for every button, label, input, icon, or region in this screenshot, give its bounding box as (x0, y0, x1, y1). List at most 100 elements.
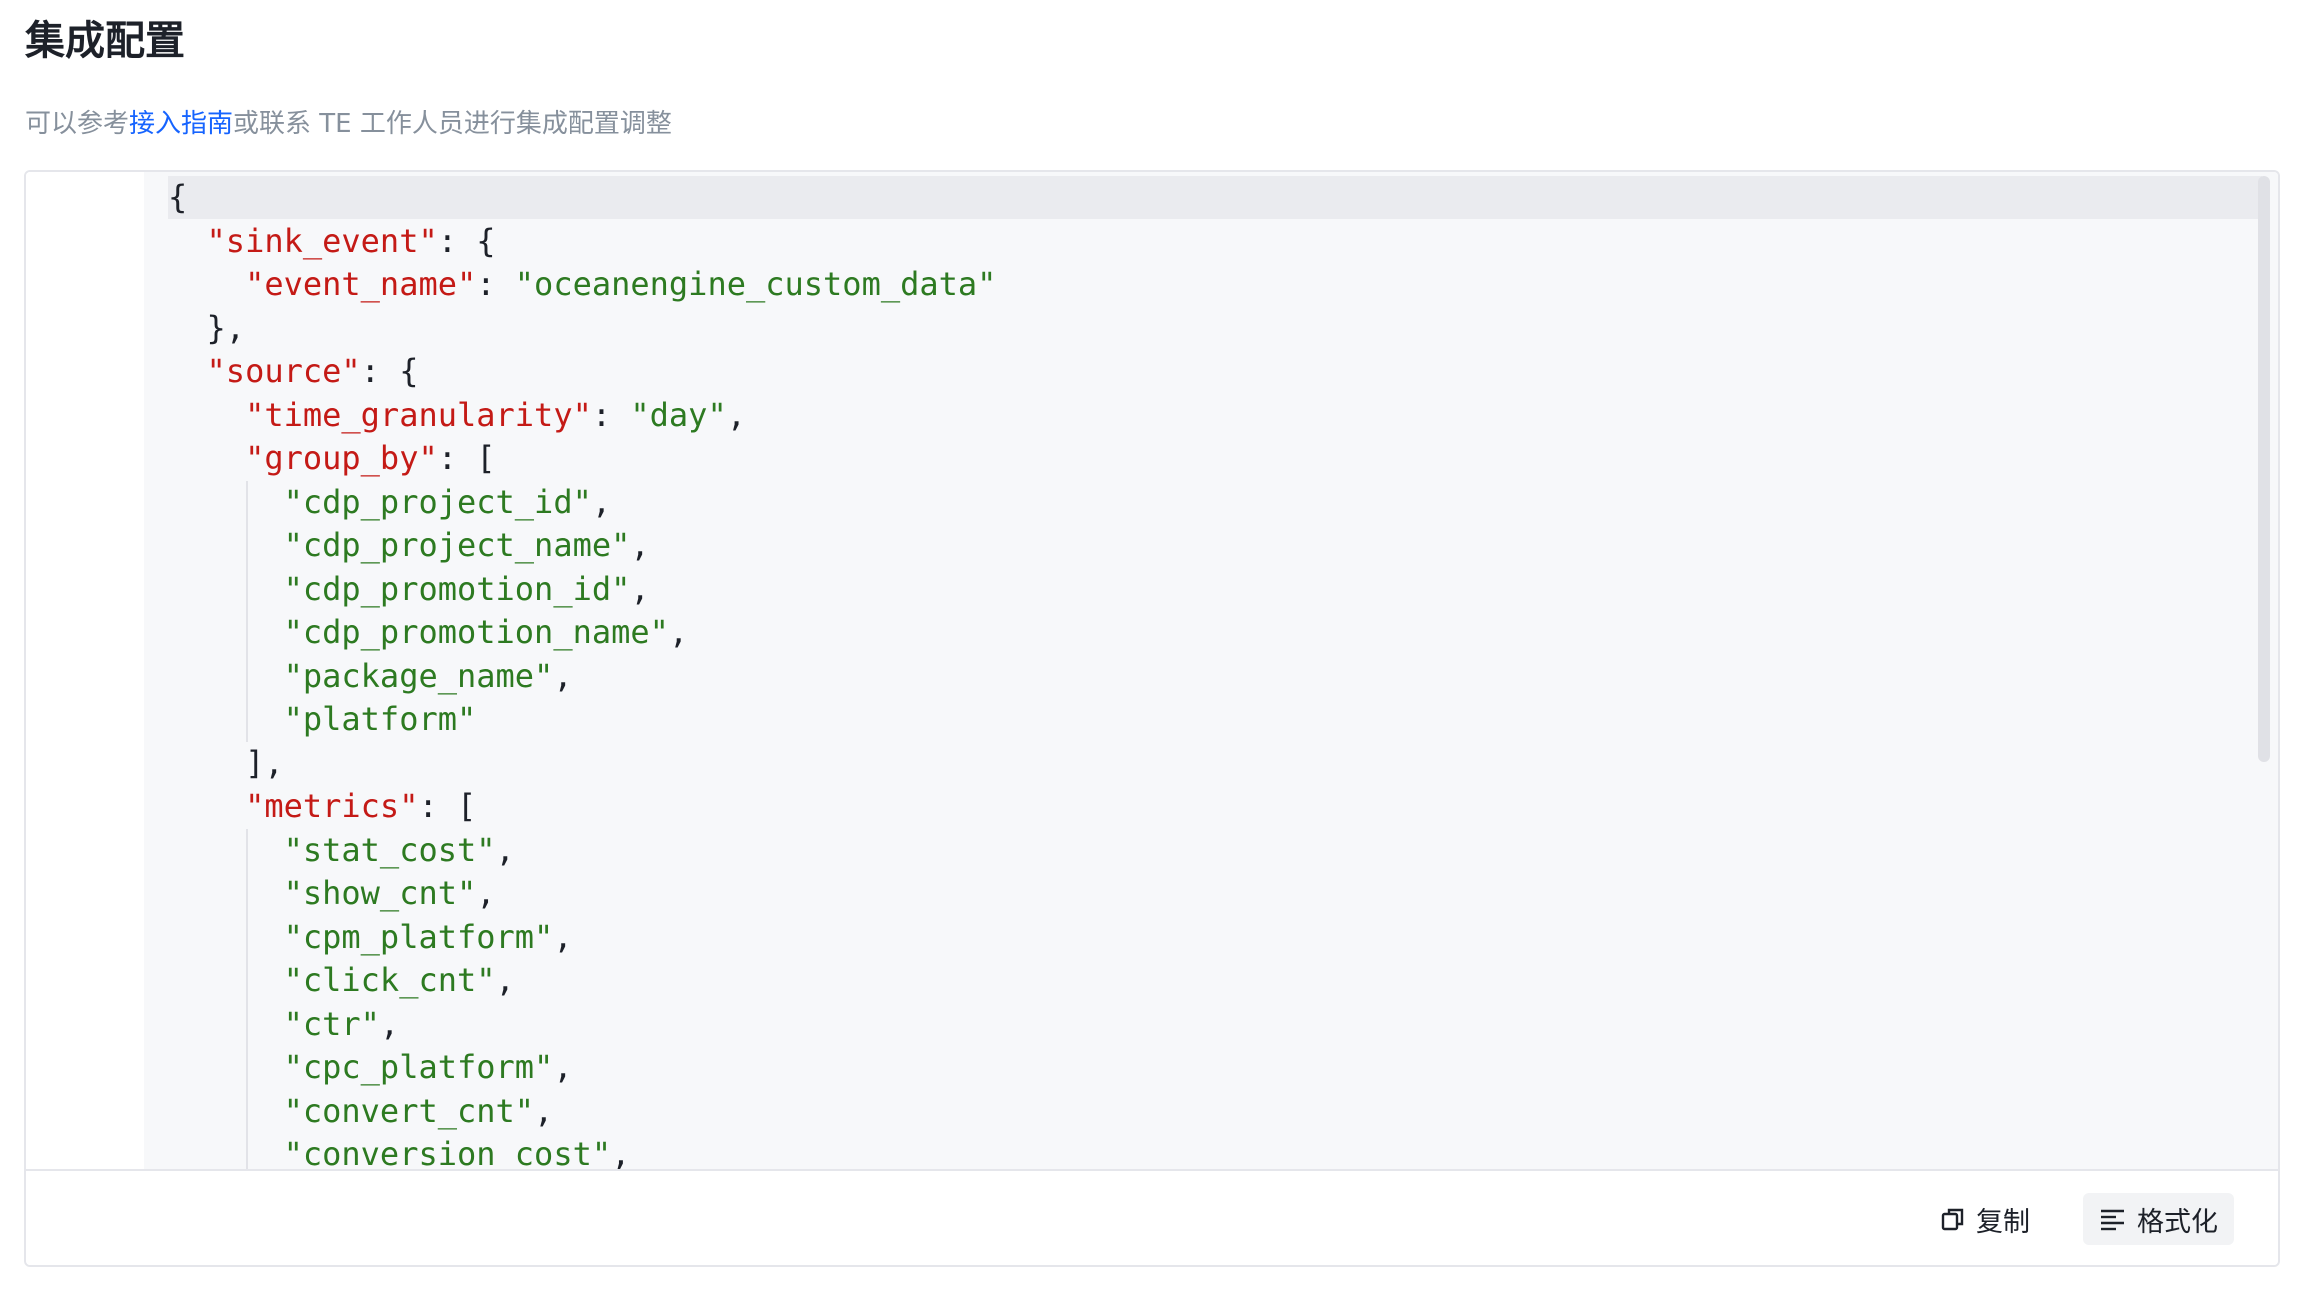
config-editor-card: 1▼{2▼ "sink_event": {3 "event_name": "oc… (24, 170, 2280, 1267)
code-line[interactable]: 19 "click_cnt", (144, 959, 2278, 1002)
code-line[interactable]: 4 }, (144, 307, 2278, 350)
code-text: "convert_cnt", (168, 1090, 2262, 1133)
align-left-icon (2101, 1209, 2124, 1231)
json-string: "show_cnt" (283, 874, 477, 912)
json-punctuation: , (379, 1004, 400, 1043)
json-punctuation: , (553, 656, 573, 695)
code-line[interactable]: 22 "convert_cnt", (144, 1090, 2278, 1133)
json-punctuation: : { (437, 221, 496, 260)
format-button-label: 格式化 (2137, 1206, 2218, 1238)
json-string: "cdp_project_name" (283, 526, 631, 564)
description-suffix: 或联系 TE 工作人员进行集成配置调整 (233, 109, 672, 139)
code-text: "cdp_promotion_id", (168, 568, 2262, 611)
code-text: "ctr", (168, 1003, 2262, 1046)
code-line[interactable]: 14 ], (144, 742, 2278, 785)
code-line[interactable]: 8 "cdp_project_id", (144, 481, 2278, 524)
json-string: "stat_cost" (283, 830, 496, 869)
json-string: "cdp_promotion_id" (283, 569, 631, 608)
code-area[interactable]: 1▼{2▼ "sink_event": {3 "event_name": "oc… (144, 172, 2278, 1175)
json-key: "event_name" (245, 265, 477, 303)
code-line[interactable]: 5▼ "source": { (144, 350, 2278, 393)
code-text: ], (168, 742, 2262, 785)
code-text: "cpm_platform", (168, 916, 2262, 959)
json-key: "source" (206, 352, 361, 390)
json-string: "cpm_platform" (283, 917, 554, 956)
code-text: { (168, 176, 2262, 219)
code-text: "sink_event": { (168, 220, 2262, 263)
indent-guide (246, 480, 249, 742)
json-key: "time_granularity" (245, 395, 592, 434)
format-button[interactable]: 格式化 (2083, 1193, 2234, 1245)
json-string: "day" (630, 395, 727, 434)
code-line[interactable]: 11 "cdp_promotion_name", (144, 611, 2278, 654)
json-string: "cdp_project_id" (283, 482, 592, 521)
json-punctuation: , (495, 961, 515, 999)
code-text: "show_cnt", (168, 872, 2262, 915)
code-line[interactable]: 7▼ "group_by": [ (144, 437, 2278, 480)
json-punctuation: : [ (418, 787, 477, 825)
code-line[interactable]: 10 "cdp_promotion_id", (144, 568, 2278, 611)
code-line[interactable]: 21 "cpc_platform", (144, 1046, 2278, 1089)
json-punctuation: , (591, 482, 612, 521)
json-punctuation: , (495, 830, 515, 869)
code-text: }, (168, 307, 2262, 350)
json-string: "oceanengine_custom_data" (514, 265, 997, 303)
json-string: "click_cnt" (283, 961, 496, 999)
page-description: 可以参考接入指南或联系 TE 工作人员进行集成配置调整 (25, 104, 672, 144)
code-text: "cpc_platform", (168, 1046, 2262, 1089)
editor-scrollbar[interactable] (2258, 176, 2270, 762)
code-line[interactable]: 9 "cdp_project_name", (144, 524, 2278, 567)
code-text: "click_cnt", (168, 959, 2262, 1002)
json-string: "ctr" (283, 1004, 380, 1043)
json-punctuation: , (534, 1091, 554, 1130)
line-number-gutter (26, 172, 144, 1175)
json-punctuation: , (726, 395, 746, 434)
indent-guide (246, 828, 249, 1175)
code-text: "source": { (168, 350, 2262, 393)
json-punctuation: , (553, 1048, 573, 1086)
code-line[interactable]: 15▼ "metrics": [ (144, 785, 2278, 828)
code-line[interactable]: 12 "package_name", (144, 655, 2278, 698)
json-code-editor[interactable]: 1▼{2▼ "sink_event": {3 "event_name": "oc… (26, 172, 2278, 1175)
json-string: "convert_cnt" (283, 1091, 535, 1130)
json-string: "platform" (283, 700, 477, 738)
description-prefix: 可以参考 (25, 109, 130, 139)
code-line[interactable]: 6 "time_granularity": "day", (144, 394, 2278, 437)
code-text: "cdp_promotion_name", (168, 611, 2262, 654)
code-text: "package_name", (168, 655, 2262, 698)
code-line[interactable]: 17 "show_cnt", (144, 872, 2278, 915)
json-punctuation: : [ (437, 439, 496, 477)
code-line[interactable]: 16 "stat_cost", (144, 829, 2278, 872)
integration-guide-link[interactable]: 接入指南 (129, 109, 233, 139)
json-punctuation: : (476, 265, 515, 303)
json-punctuation: : { (360, 352, 419, 390)
json-key: "metrics" (245, 787, 419, 825)
json-string: "package_name" (283, 656, 554, 695)
json-punctuation: , (611, 1135, 631, 1173)
json-punctuation: , (476, 874, 496, 912)
code-text: "group_by": [ (168, 437, 2262, 480)
json-string: "cdp_promotion_name" (283, 613, 669, 651)
code-text: "time_granularity": "day", (168, 394, 2262, 437)
code-text: "cdp_project_id", (168, 481, 2262, 524)
code-line[interactable]: 13 "platform" (144, 698, 2278, 741)
code-text: "metrics": [ (168, 785, 2262, 828)
json-punctuation: { (168, 178, 188, 216)
code-text: "event_name": "oceanengine_custom_data" (168, 263, 2262, 306)
code-line[interactable]: 1▼{ (144, 176, 2278, 219)
code-line[interactable]: 2▼ "sink_event": { (144, 220, 2278, 263)
json-punctuation: , (553, 917, 573, 956)
json-key: "sink_event" (206, 221, 438, 260)
code-line[interactable]: 18 "cpm_platform", (144, 916, 2278, 959)
code-line[interactable]: 3 "event_name": "oceanengine_custom_data… (144, 263, 2278, 306)
copy-button-label: 复制 (1976, 1206, 2030, 1238)
code-line[interactable]: 20 "ctr", (144, 1003, 2278, 1046)
json-punctuation: ], (245, 743, 284, 782)
json-punctuation: , (668, 613, 689, 651)
json-punctuation: : (591, 395, 631, 434)
copy-button[interactable]: 复制 (1924, 1193, 2046, 1245)
json-key: "group_by" (245, 439, 438, 477)
json-punctuation: , (630, 526, 650, 564)
code-text: "platform" (168, 698, 2262, 741)
json-punctuation: }, (206, 308, 246, 347)
